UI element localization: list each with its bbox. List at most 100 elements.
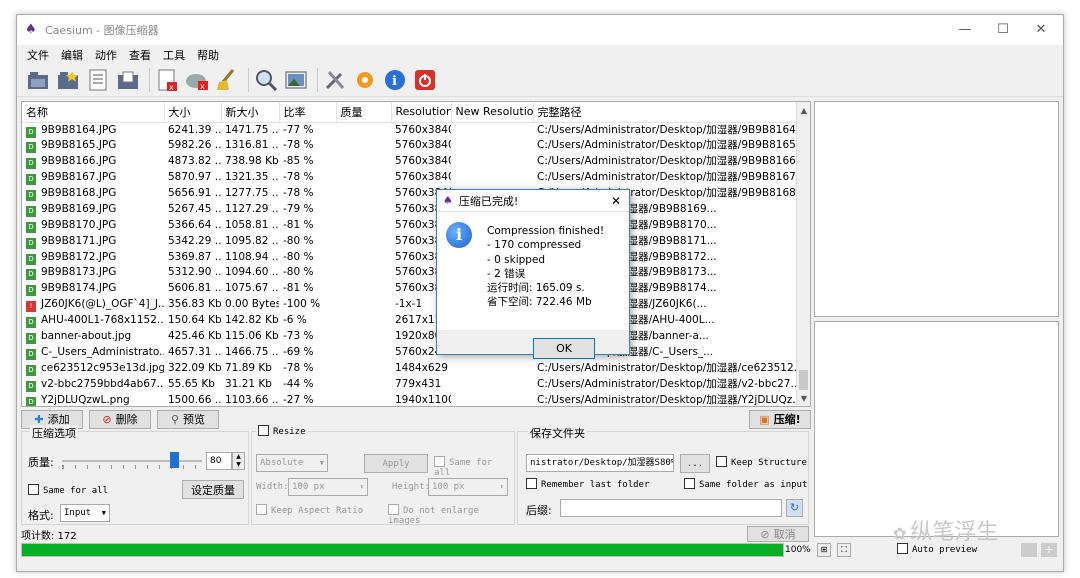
table-row[interactable]: D 9B9B8169.JPG 5267.45 ... 1127.29 ... -79 %… [22,201,798,217]
scroll-thumb[interactable] [799,370,808,390]
keep-aspect-checkbox[interactable]: Keep Aspect Ratio [256,504,363,516]
table-row[interactable]: Dbanner-about.jpg 425.46 Kb 115.06 Kb -73 %… [22,329,798,345]
tools-icon[interactable] [322,67,348,93]
menu-view[interactable]: 查看 [123,45,157,63]
quality-same-for-all-checkbox[interactable]: Same for all [28,484,108,496]
table-row[interactable]: D 9B9B8168.JPG 5656.91 ... 1277.75 ... -78 %… [22,186,798,202]
menu-edit[interactable]: 编辑 [55,45,89,63]
cell-path: C:/Users/Administrator/Desktop/加湿器/9B9B8… [537,123,798,136]
scroll-down-icon[interactable]: ▼ [797,392,810,406]
table-row[interactable]: D 9B9B8165.JPG 5982.26 ... 1316.81 ... -78 %… [22,138,798,154]
resize-same-for-all-checkbox[interactable]: Same for all [434,456,514,478]
cancel-button[interactable]: ⊘ 取消 [747,526,809,542]
col-header-path[interactable]: 完整路径 [533,102,799,123]
height-input[interactable]: 100 px ⬍ [428,478,508,496]
keep-structure-checkbox[interactable]: Keep Structure [716,456,807,468]
checkbox-box[interactable] [256,504,267,515]
table-row[interactable]: D 9B9B8173.JPG 5312.90 ... 1094.60 ... -80 %… [22,265,798,281]
table-row[interactable]: D 9B9B8170.JPG 5366.64 ... 1058.81 ... -81 %… [22,217,798,233]
table-row[interactable]: D 9B9B8164.JPG 6241.39 ... 1471.75 ... -77 %… [22,122,798,138]
save-list-icon[interactable] [85,67,111,93]
output-folder-input[interactable]: nistrator/Desktop/加湿器S80% [526,454,674,472]
zoom-in-icon[interactable]: + [1041,543,1057,557]
table-row[interactable]: ! JZ60JK6(@L)_OGF`4]_J... 356.83 Kb 0.00 By… [22,297,798,313]
checkbox-box[interactable] [28,484,39,495]
dialog-close-button[interactable]: ✕ [611,194,621,208]
set-quality-button[interactable]: 设定质量 [182,480,244,499]
table-row[interactable]: D 9B9B8167.JPG 5870.97 ... 1321.35 ... -78 %… [22,170,798,186]
table-row[interactable]: D 9B9B8166.JPG 4873.82 ... 738.98 Kb -85 % 57… [22,154,798,170]
resize-mode-select[interactable]: Absolute ▼ [256,454,328,472]
refresh-icon[interactable]: ↻ [786,499,803,517]
menu-action[interactable]: 动作 [89,45,123,63]
settings-icon[interactable] [352,67,378,93]
remove-button[interactable]: ⊘ 删除 [89,409,151,429]
open-files-icon[interactable] [25,67,51,93]
browse-folder-button[interactable]: ... [680,454,710,473]
checkbox-box[interactable] [684,478,695,489]
close-window-button[interactable]: ✕ [1023,15,1059,45]
col-header-resolution[interactable]: Resolution [391,102,452,123]
progress-fill [22,544,783,556]
remember-last-folder-checkbox[interactable]: Remember last folder [526,478,649,490]
quality-spin-button[interactable]: ▲ ▼ [232,452,245,470]
compress-button[interactable]: ▣ 压缩! [749,409,811,429]
clear-list-icon[interactable]: x [154,67,180,93]
table-row[interactable]: Dv2-bbc2759bbd4ab67... 55.65 Kb 31.21 Kb -4… [22,376,798,392]
checkbox-box[interactable] [258,425,269,436]
quality-slider-track[interactable] [62,460,202,462]
suffix-input[interactable] [560,499,782,517]
zoom-out-icon[interactable] [1021,543,1037,557]
vertical-scrollbar[interactable]: ▲ ▼ [796,102,810,406]
no-enlarge-checkbox[interactable]: Do not enlarge images [388,504,514,526]
minimize-button[interactable]: — [947,15,983,45]
exit-icon[interactable] [412,67,438,93]
checkbox-box[interactable] [434,456,445,467]
remove-item-icon[interactable]: x [184,67,210,93]
export-icon[interactable] [115,67,141,93]
info-icon[interactable]: i [382,67,408,93]
open-folder-icon[interactable] [55,67,81,93]
quality-slider-thumb[interactable] [170,452,179,468]
ok-button[interactable]: OK [533,338,595,359]
checkbox-box[interactable] [716,456,727,467]
cell-size: 5606.81 ... [168,282,221,295]
spin-icon: ⬍ [499,483,504,491]
table-header-row: 名称 大小 新大小 比率 质量 Resolution New Resolutio… [22,102,799,123]
table-row[interactable]: D C-_Users_Administrato... 4657.31 ... 1466… [22,344,798,360]
table-row[interactable]: Dce623512c953e13d.jpg 322.09 Kb 71.89 Kb -7… [22,360,798,376]
col-header-ratio[interactable]: 比率 [279,102,337,123]
col-header-name[interactable]: 名称 [22,102,165,123]
cell-ratio: -27 % [283,393,314,406]
scroll-up-icon[interactable]: ▲ [797,104,810,118]
table-row[interactable]: D Y2jDLUQzwL.png 1500.66 ... 1103.66 ... -27… [22,392,798,406]
menu-tools[interactable]: 工具 [157,45,191,63]
clean-icon[interactable] [214,67,240,93]
table-row[interactable]: D 9B9B8172.JPG 5369.87 ... 1108.94 ... -80 %… [22,249,798,265]
col-header-new-size[interactable]: 新大小 [221,102,280,123]
apply-resize-button[interactable]: Apply [364,454,428,473]
col-header-size[interactable]: 大小 [164,102,222,123]
quality-input[interactable]: 80 [206,452,232,470]
maximize-button[interactable]: ☐ [985,15,1021,45]
format-select[interactable]: Input ▼ [60,504,110,522]
width-input[interactable]: 100 px ⬍ [288,478,368,496]
cell-name: D 9B9B8171.JPG [22,233,164,249]
search-icon[interactable] [253,67,279,93]
col-header-quality[interactable]: 质量 [336,102,392,123]
preview-button[interactable]: ⚲ 预览 [157,409,219,429]
fit-icon[interactable]: ⊞ [817,543,831,557]
checkbox-box[interactable] [388,504,399,515]
file-list[interactable]: 名称 大小 新大小 比率 质量 Resolution New Resolutio… [21,101,811,407]
table-row[interactable]: D AHU-400L1-768x1152... 150.64 Kb 142.82 Kb… [22,313,798,329]
table-row[interactable]: D 9B9B8174.JPG 5606.81 ... 1075.67 ... -81 %… [22,281,798,297]
same-folder-checkbox[interactable]: Same folder as input [684,478,807,490]
table-row[interactable]: D 9B9B8171.JPG 5342.29 ... 1095.82 ... -80 %… [22,233,798,249]
checkbox-box[interactable] [526,478,537,489]
menu-file[interactable]: 文件 [21,45,55,63]
fullscreen-icon[interactable]: ⛶ [837,543,851,557]
col-header-new-resolution[interactable]: New Resolution [451,102,534,123]
preview-image-icon[interactable] [283,67,309,93]
resize-checkbox[interactable]: Resize [256,425,308,437]
menu-help[interactable]: 帮助 [191,45,225,63]
